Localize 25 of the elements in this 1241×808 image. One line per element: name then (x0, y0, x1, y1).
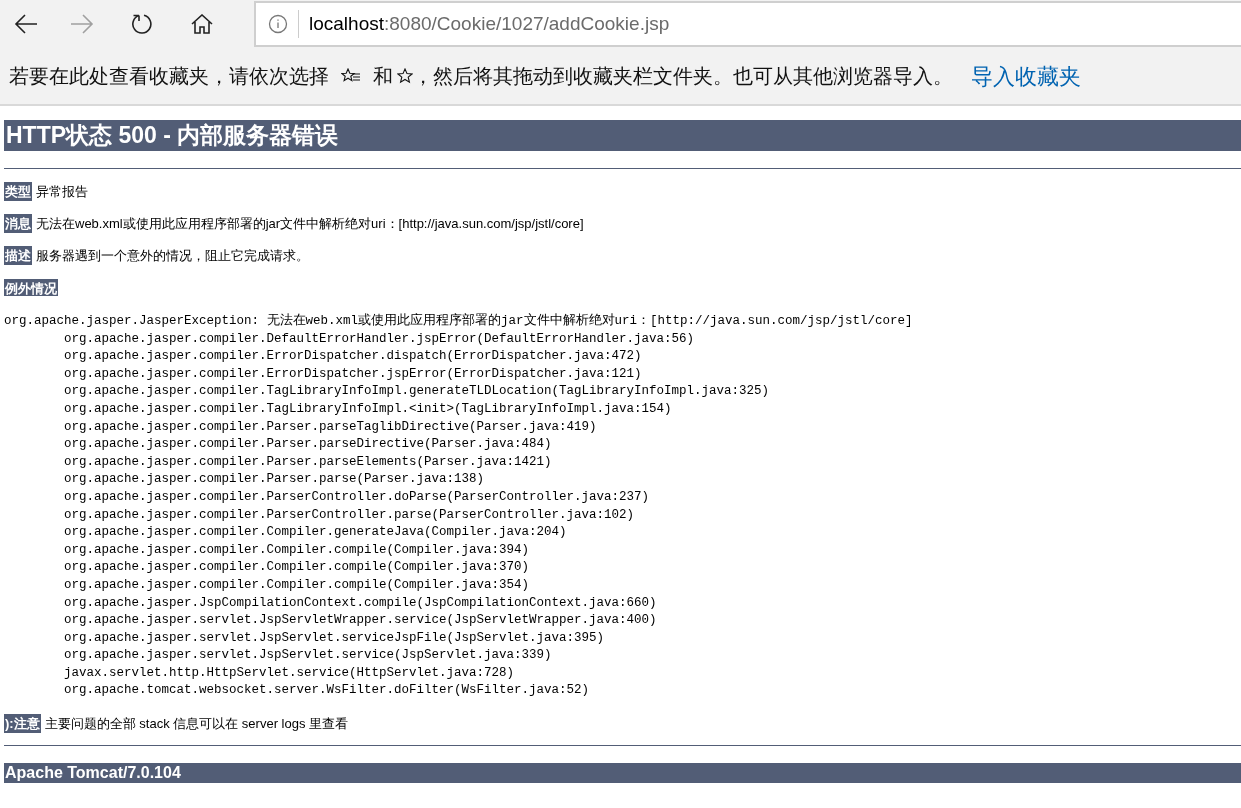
back-arrow-icon (14, 14, 38, 34)
refresh-icon (131, 13, 153, 35)
field-value: 服务器遇到一个意外的情况，阻止它完成请求。 (36, 246, 309, 265)
favorites-hint: 若要在此处查看收藏夹，请依次选择 (9, 64, 329, 89)
star-icon (397, 68, 413, 84)
favorites-hint: ，然后将其拖动到收藏夹栏文件夹。也可从其他浏览器导入。 (413, 64, 953, 89)
field-value: 异常报告 (36, 182, 88, 201)
home-icon (191, 14, 213, 34)
info-icon (268, 14, 288, 34)
field-label: 描述 (4, 245, 32, 266)
field-value: 无法在web.xml或使用此应用程序部署的jar文件中解析绝对uri：[http://java.sun.com/jsp/jstl/core] (36, 214, 584, 233)
field-label: 类型 (4, 181, 32, 202)
field-label: 例外情况 (4, 279, 58, 296)
star-list-icon (341, 68, 361, 84)
import-favorites-link[interactable]: 导入收藏夹 (971, 59, 1081, 93)
field-label: 消息 (4, 213, 32, 234)
error-title: HTTP状态 500 - 内部服务器错误 (4, 120, 1241, 151)
favorites-hint: 和 (373, 64, 393, 89)
note-text: 主要问题的全部 stack 信息可以在 server logs 里查看 (44, 714, 349, 733)
url-text: localhost:8080/Cookie/1027/addCookie.jsp (309, 11, 670, 36)
address-bar[interactable]: localhost:8080/Cookie/1027/addCookie.jsp (254, 1, 1241, 47)
stack-trace: org.apache.jasper.JasperException: 无法在web.xml或使用此应用程序部署的jar文件中解析绝对uri：[http://java.sun.com/jsp/jstl/core] org.apache.jasper.compiler.DefaultErrorHandler.jspError(DefaultErrorHandler.java:56) org.apache.jasper.compiler.ErrorDispatcher.dispatch(ErrorDispatcher.java:472) org.apache.jasper.compiler.ErrorDispatcher.jspError(ErrorDispatcher.java:121) org.apache.jasper.compiler.TagLibraryInfoImpl.generateTLDLocation(TagLibraryInfoImpl.java:325) org.apache.jasper.compiler.TagLibraryInfoImpl.<init>(TagLibraryInfoImpl.java:154) org.apache.jasper.compiler.Parser.parseTaglibDirective(Parser.java:419) org.apache.jasper.compiler.Parser.parseDirective(Parser.java:484) org.apache.jasper.compiler.Parser.parseElements(Parser.java:1421) org.apache.jasper.compiler.Parser.parse(Parser.java:138) org.apache.jasper.compiler.ParserController.doParse(ParserController.java:237) org.apache.jasper.compiler.ParserController.parse(ParserController.java:102) org.apache.jasper.compiler.Compiler.generateJava(Compiler.java:204) org.apache.jasper.compiler.Compiler.compile(Compiler.java:394) org.apache.jasper.compiler.Compiler.compile(Compiler.java:370) org.apache.jasper.compiler.Compiler.compile(Compiler.java:354) org.apache.jasper.JspCompilationContext.compile(JspCompilationContext.java:660) org.apache.jasper.servlet.JspServletWrapper.service(JspServletWrapper.java:400) org.apache.jasper.servlet.JspServlet.serviceJspFile(JspServlet.java:395) org.apache.jasper.servlet.JspServlet.service(JspServlet.java:339) javax.servlet.http.HttpServlet.service(HttpServlet.java:728) org.apache.tomcat.websocket.server.WsFilter.doFilter(WsFilter.java:52) (4, 313, 914, 700)
field-label: ):注意 (4, 713, 41, 734)
server-version: Apache Tomcat/7.0.104 (4, 763, 182, 784)
forward-arrow-icon (70, 14, 94, 34)
